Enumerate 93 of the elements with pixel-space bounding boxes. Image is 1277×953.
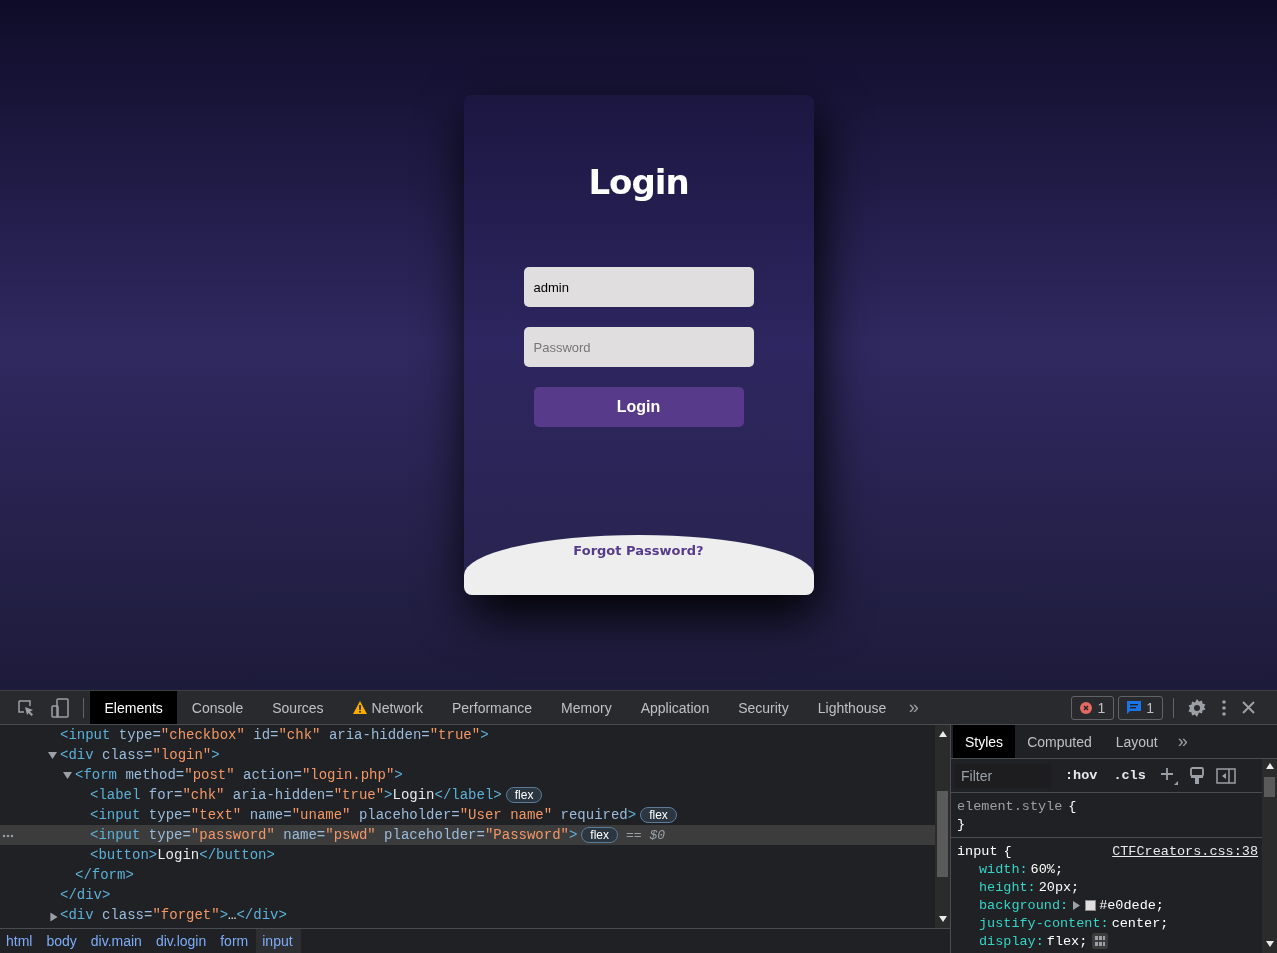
sidebar-toggle-icon[interactable] [1215,767,1236,784]
dom-node-row[interactable]: <input type="checkbox" id="chk" aria-hidden="true"> [0,725,935,745]
class-button[interactable]: .cls [1111,768,1148,783]
devtools-tab[interactable]: Memory [546,691,627,724]
message-icon [1127,701,1142,714]
warning-icon [352,701,367,714]
rule-selector: input [957,843,998,859]
property-value: 20px; [1038,879,1080,895]
code-text: </form> [75,867,134,883]
scroll-thumb[interactable] [937,791,948,877]
dom-node-row[interactable]: <input type="text" name="uname" placeholder="User name" required> flex [0,805,935,825]
flex-badge[interactable]: flex [640,807,677,823]
dom-node-row[interactable]: <input type="password" name="pswd" placeholder="Password"> flex == $0 [0,825,935,845]
devtools-tab[interactable]: Console [177,691,258,724]
error-icon [1080,701,1093,714]
expand-triangle-icon[interactable] [1073,900,1081,910]
login-button[interactable]: Login [533,387,744,427]
inspect-icon[interactable] [17,698,35,717]
filter-field[interactable]: Filter [955,763,1051,788]
paint-roller-icon[interactable] [1189,766,1204,785]
breadcrumb[interactable]: input [256,929,301,953]
error-count-button[interactable]: 1 [1071,695,1115,720]
sidebar-tab[interactable]: Computed [1015,725,1104,758]
code-text: <button>Login</button> [90,847,275,863]
menu-icon[interactable] [1222,699,1226,716]
devtools-tab[interactable]: Application [626,691,724,724]
username-field[interactable]: admin [523,267,754,307]
password-field[interactable]: Password [523,327,754,367]
property-value: center; [1111,915,1169,931]
close-icon[interactable] [1242,701,1255,714]
property-name: display: [979,933,1044,949]
scroll-up-icon[interactable] [1265,763,1274,769]
rule-selector: element.style [957,798,1063,814]
brace: } [957,816,966,832]
device-toolbar-icon[interactable] [51,697,69,718]
brace: { [1068,798,1077,814]
forgot-password-link[interactable]: Forgot Password? [573,543,704,558]
devtools-tab[interactable]: Lighthouse [803,691,901,724]
source-link[interactable]: CTFCreators.css:38 [1112,843,1258,859]
dom-node-row[interactable]: <form method="post" action="login.php"> [0,765,935,785]
property-value: flex; [1046,933,1088,949]
more-tabs-button[interactable]: » [900,697,927,718]
code-text: </div> [60,887,111,903]
flexbox-editor-icon[interactable] [1092,933,1109,949]
code-text: <input type="password" name="pswd" placeholder="Password"> [90,827,578,843]
property-value: #e0dede; [1099,897,1164,913]
brace: { [1003,843,1012,859]
login-title: Login [588,161,689,204]
expand-triangle-icon[interactable] [48,750,60,760]
property-name: height: [979,879,1036,895]
scroll-thumb[interactable] [1264,777,1275,797]
devtools-tab[interactable]: Sources [257,691,339,724]
code-text: <label for="chk" aria-hidden="true">Login</label> [90,787,502,803]
devtools-tab[interactable]: Security [723,691,804,724]
devtools-tab[interactable]: Network [338,691,438,724]
code-text: <input type="checkbox" id="chk" aria-hidden="true"> [60,727,489,743]
flex-badge[interactable]: flex [505,787,543,803]
flex-badge[interactable]: flex [581,827,619,843]
code-text: <input type="text" name="uname" placeholder="User name" required> [90,807,637,823]
breadcrumb[interactable]: body [40,929,85,953]
devtools-tab[interactable]: Performance [437,691,547,724]
settings-icon[interactable] [1188,698,1206,717]
breadcrumb[interactable]: form [214,929,257,953]
expand-triangle-icon[interactable] [63,770,75,780]
plus-icon[interactable] [1159,766,1178,785]
hover-state-button[interactable]: :hov [1063,768,1100,783]
message-count-button[interactable]: 1 [1118,695,1163,720]
dom-node-row[interactable]: <div class="forget">…</div> [0,905,935,925]
scrollbar[interactable] [935,725,950,928]
more-dots-icon[interactable] [2,834,14,838]
dom-node-row[interactable]: <div class="login"> [0,745,935,765]
code-text: <div class="login"> [60,747,220,763]
property-name: background: [979,897,1069,913]
more-tabs-button[interactable]: » [1169,725,1196,758]
color-swatch[interactable] [1085,899,1097,911]
dom-node-row[interactable]: <label for="chk" aria-hidden="true">Login</label> flex [0,785,935,805]
property-name: justify-content: [979,915,1109,931]
property-value: 60%; [1030,861,1063,877]
scroll-down-icon[interactable] [938,916,947,922]
sidebar-tab[interactable]: Layout [1103,725,1170,758]
breadcrumb[interactable]: html [0,929,41,953]
code-text: <div class="forget">…</div> [60,907,287,923]
property-name: width: [979,861,1028,877]
scroll-up-icon[interactable] [938,731,947,737]
console-reference: == $0 [626,827,666,843]
breadcrumb[interactable]: div.main [84,929,150,953]
breadcrumb[interactable]: div.login [149,929,215,953]
sidebar-tab[interactable]: Styles [953,725,1016,758]
dom-node-row[interactable]: <button>Login</button> [0,845,935,865]
scrollbar[interactable] [1262,759,1277,953]
code-text: <form method="post" action="login.php"> [75,767,403,783]
devtools-tab[interactable]: Elements [90,691,178,724]
scroll-down-icon[interactable] [1265,941,1274,947]
